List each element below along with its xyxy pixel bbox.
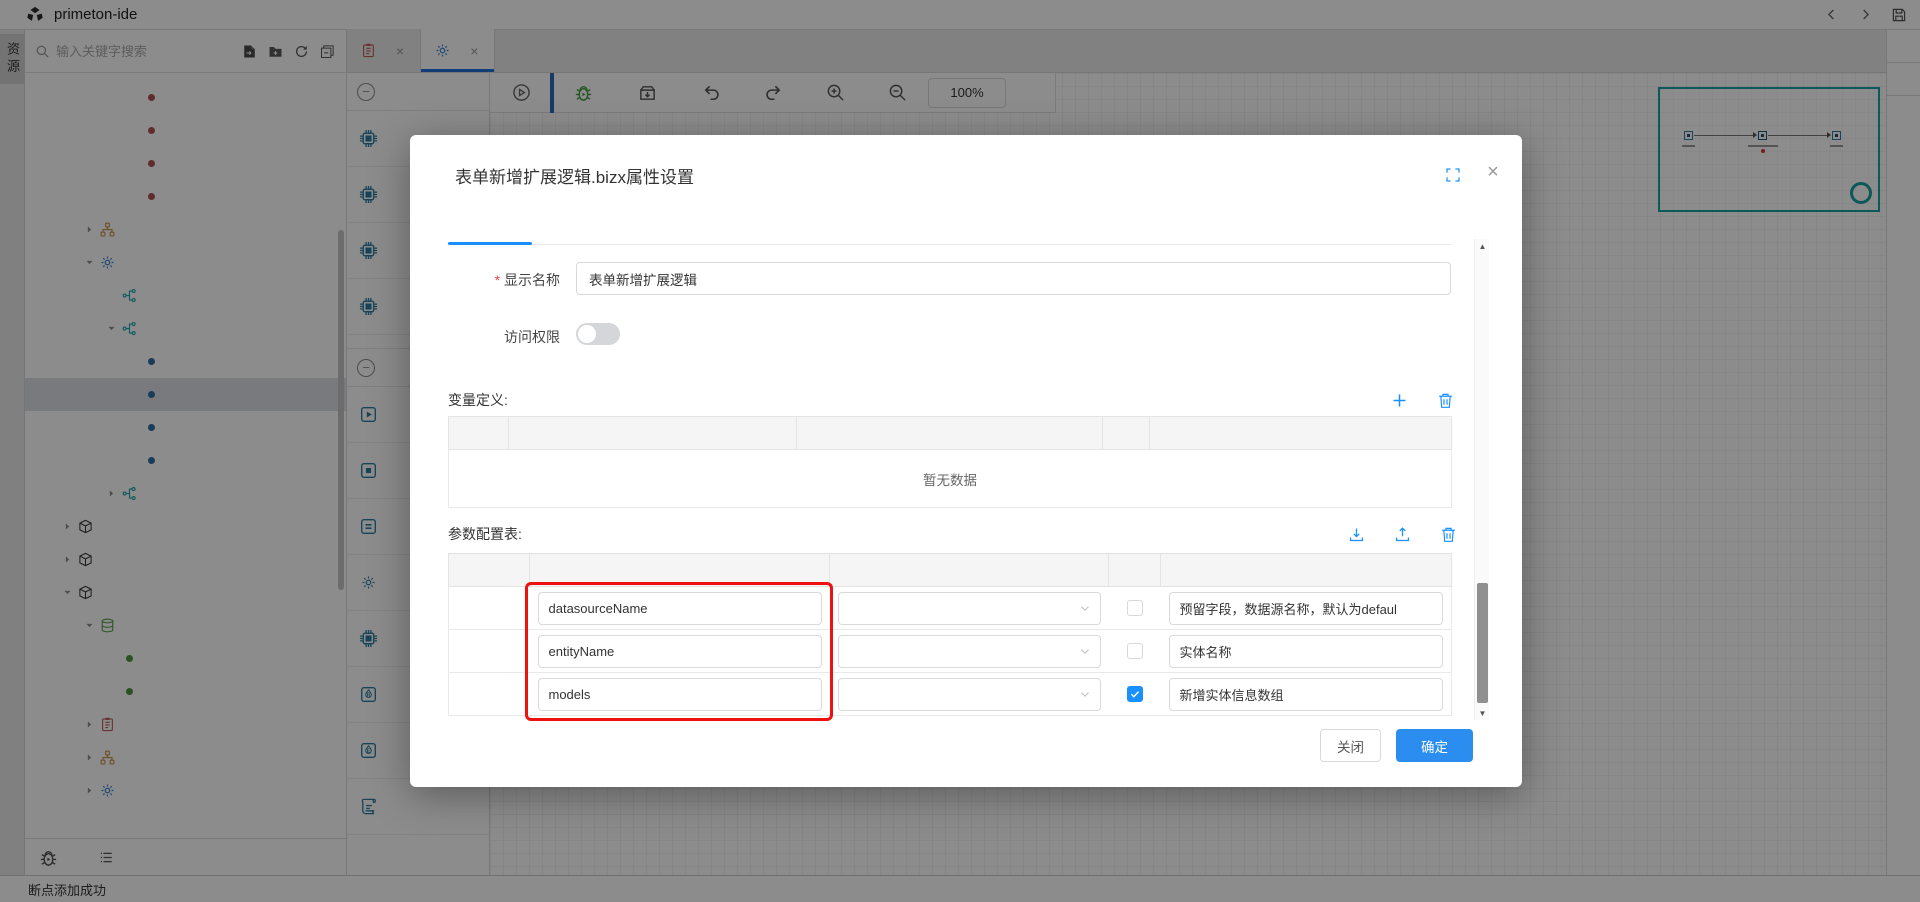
chevron-down-icon [1078,644,1092,658]
access-permission-toggle[interactable] [576,323,620,345]
param-section-label: 参数配置表: [448,524,522,544]
chevron-down-icon [1078,687,1092,701]
application-window: primeton-ide 资源 ×× −−RE [0,0,1920,902]
dialog-tab-divider [448,244,1451,245]
param-table-header [1161,554,1452,587]
param-type-select[interactable] [838,635,1101,668]
delete-variable-icon[interactable] [1433,388,1457,412]
variable-table-header [1103,417,1150,450]
param-table-header [1109,554,1161,587]
variable-section-actions [1365,388,1457,412]
param-array-checkbox[interactable] [1127,643,1143,659]
param-table-header [449,554,530,587]
variable-table-header [1150,417,1452,450]
param-desc-input[interactable] [1169,635,1444,668]
access-permission-label: 访问权限 [448,327,560,347]
scroll-up-icon[interactable]: ▲ [1475,239,1490,253]
dialog-active-tab-indicator[interactable] [448,242,532,245]
param-desc-input[interactable] [1169,678,1444,711]
param-array-checkbox[interactable] [1127,600,1143,616]
dialog-scrollbar[interactable]: ▲ ▼ [1474,239,1489,720]
display-name-label: 显示名称 [448,270,560,290]
param-name-input[interactable] [538,592,822,625]
param-table-header [830,554,1109,587]
add-variable-icon[interactable] [1387,388,1411,412]
fullscreen-icon[interactable] [1442,164,1464,186]
properties-dialog: 表单新增扩展逻辑.bizx属性设置 × 显示名称 访问权限 变量定义: 暂无数据… [410,135,1522,787]
variable-table: 暂无数据 [448,416,1452,508]
variable-table-header [449,417,509,450]
export-params-icon[interactable] [1390,522,1414,546]
close-button[interactable]: 关闭 [1320,729,1381,762]
scrollbar-thumb[interactable] [1477,583,1488,703]
chevron-down-icon [1078,601,1092,615]
param-kind [449,630,530,673]
param-type-select[interactable] [838,592,1101,625]
param-section-actions [1322,522,1460,546]
close-icon[interactable]: × [1480,159,1506,185]
param-table-row [449,630,1452,673]
delete-param-icon[interactable] [1436,522,1460,546]
display-name-input[interactable] [576,262,1451,295]
param-array-checkbox[interactable] [1127,686,1143,702]
param-table-row [449,587,1452,630]
param-table [448,553,1452,716]
import-params-icon[interactable] [1344,522,1368,546]
param-name-input[interactable] [538,635,822,668]
param-kind [449,673,530,716]
confirm-button[interactable]: 确定 [1396,729,1473,762]
param-name-input[interactable] [538,678,822,711]
param-table-row [449,673,1452,716]
scroll-down-icon[interactable]: ▼ [1475,706,1490,720]
param-kind [449,587,530,630]
variable-table-header [797,417,1103,450]
dialog-title: 表单新增扩展逻辑.bizx属性设置 [455,163,694,188]
param-table-header [530,554,830,587]
param-type-select[interactable] [838,678,1101,711]
variable-table-header [509,417,797,450]
variable-table-empty: 暂无数据 [449,450,1452,508]
variable-section-label: 变量定义: [448,390,508,410]
param-desc-input[interactable] [1169,592,1444,625]
